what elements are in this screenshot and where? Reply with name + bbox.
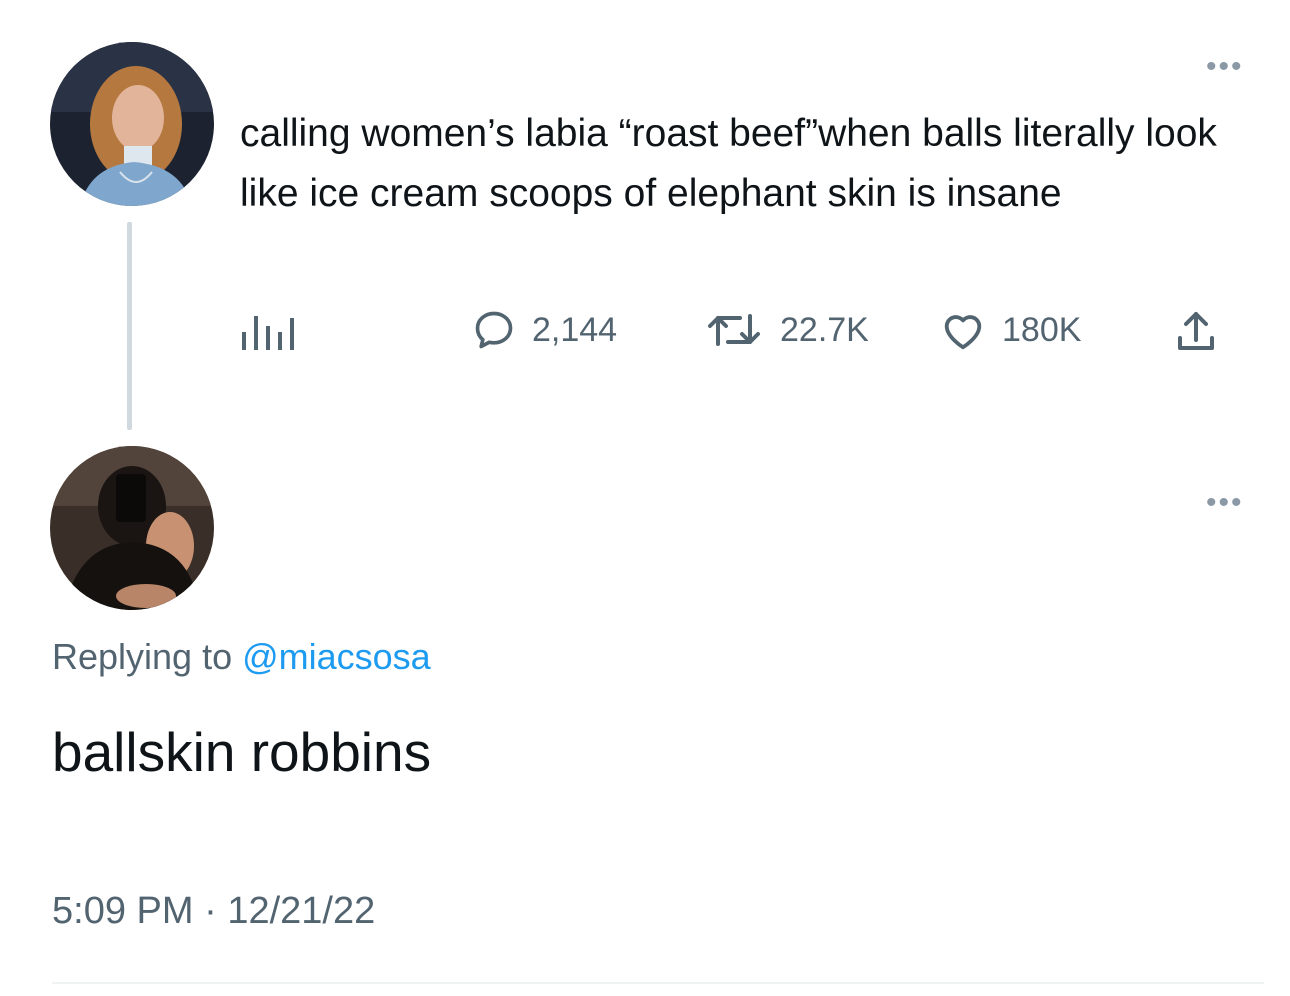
- reply-author-avatar[interactable]: [50, 446, 214, 610]
- timestamp-separator: ·: [204, 890, 217, 932]
- original-author-avatar[interactable]: [50, 42, 214, 206]
- tweet-time: 5:09 PM: [52, 890, 194, 932]
- replying-to-line: Replying to @miacsosa: [52, 636, 431, 678]
- reply-icon: [475, 311, 513, 349]
- like-button[interactable]: 180K: [940, 308, 1081, 352]
- replying-to-handle[interactable]: @miacsosa: [242, 636, 431, 677]
- reply-button[interactable]: 2,144: [472, 308, 617, 352]
- more-options-icon[interactable]: •••: [1206, 52, 1244, 82]
- retweet-count: 22.7K: [780, 310, 869, 349]
- reply-count: 2,144: [532, 310, 618, 349]
- share-icon: [1178, 312, 1214, 350]
- like-count: 180K: [1002, 310, 1082, 349]
- analytics-button[interactable]: [240, 312, 304, 357]
- thread-connector-line: [127, 222, 132, 430]
- tweet-action-bar: 2,144 22.7K 180K: [240, 308, 1240, 354]
- retweet-button[interactable]: 22.7K: [704, 308, 869, 352]
- tweet-date: 12/21/22: [227, 890, 376, 932]
- share-button[interactable]: [1172, 308, 1220, 361]
- tweet-timestamp[interactable]: 5:09 PM · 12/21/22: [52, 890, 375, 933]
- retweet-icon: [708, 314, 760, 346]
- original-tweet-text: calling women’s labia “roast beef”when b…: [240, 112, 1217, 215]
- reply-tweet-text: ballskin robbins: [52, 721, 432, 783]
- replying-to-prefix: Replying to: [52, 636, 243, 677]
- bar-chart-icon: [242, 316, 294, 350]
- reply-more-options-icon[interactable]: •••: [1206, 488, 1244, 518]
- bottom-divider: [52, 982, 1264, 984]
- heart-icon: [944, 315, 982, 350]
